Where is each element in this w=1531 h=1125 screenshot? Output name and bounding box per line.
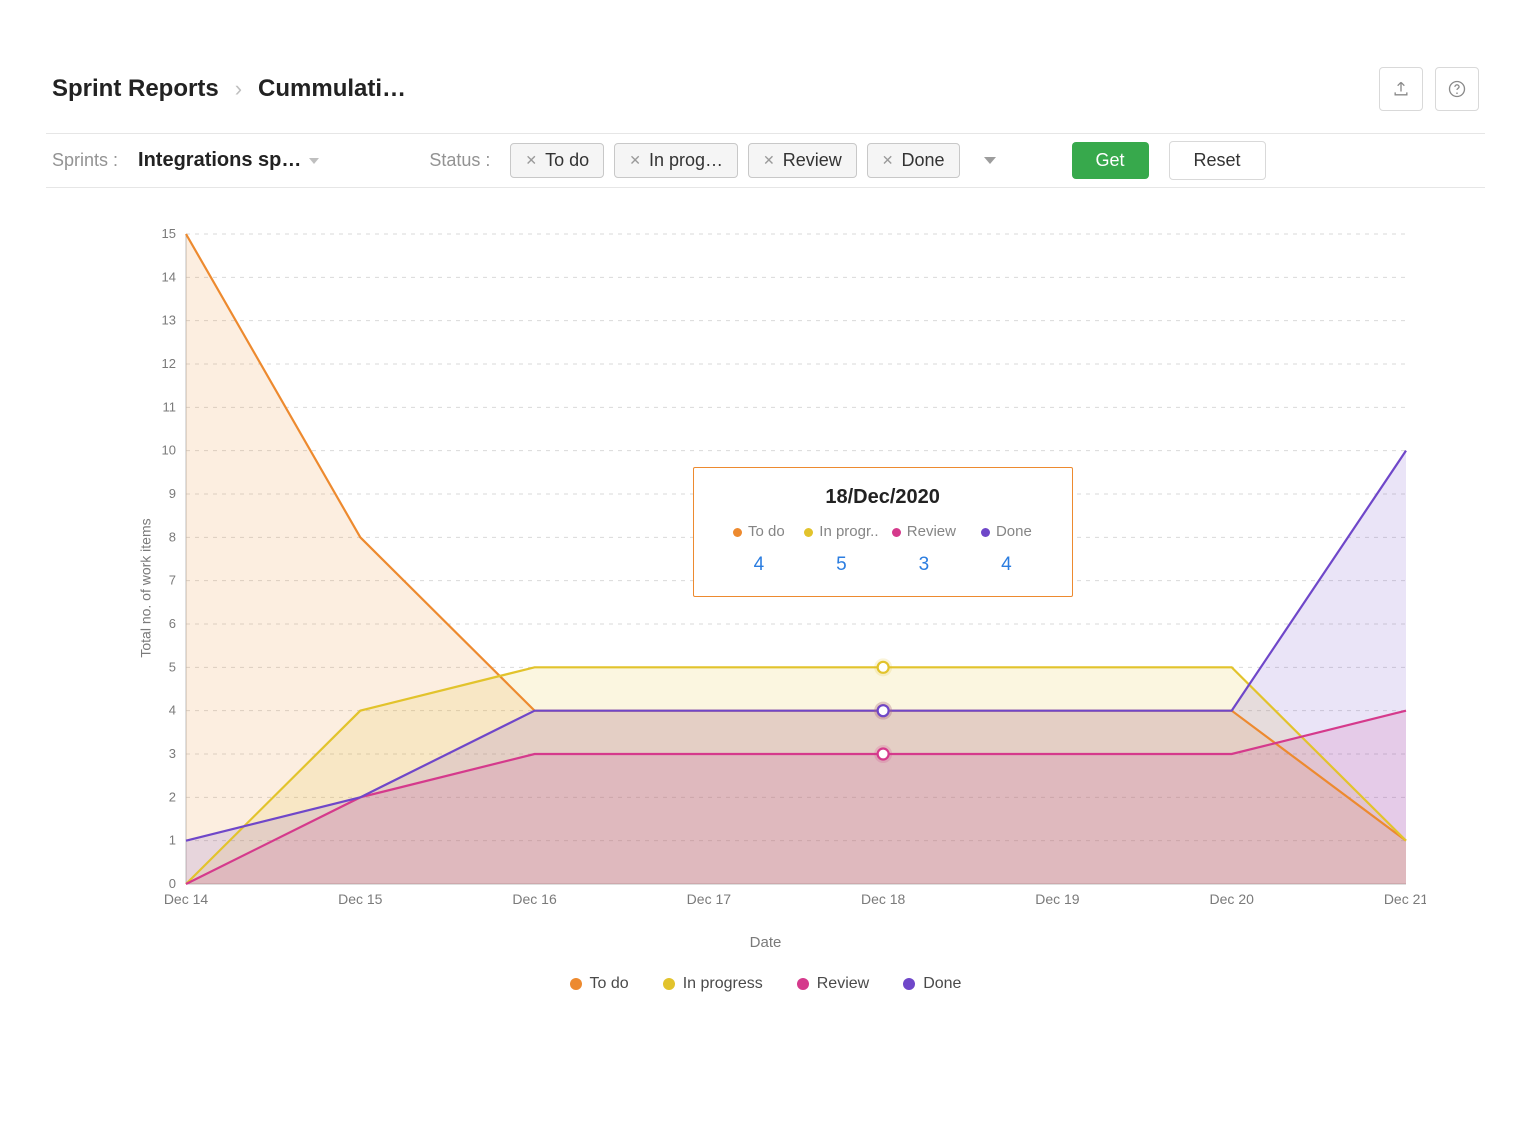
chevron-right-icon: › <box>235 76 242 102</box>
status-chip-list: ✕ To do ✕ In prog… ✕ Review ✕ Done <box>510 143 959 178</box>
close-icon[interactable]: ✕ <box>882 152 894 169</box>
tooltip-series: Done4 <box>965 523 1048 576</box>
legend-item[interactable]: Done <box>903 975 961 993</box>
breadcrumb: Sprint Reports › Cummulati… <box>52 75 406 103</box>
legend-item[interactable]: Review <box>797 975 869 993</box>
help-button[interactable] <box>1435 67 1479 111</box>
close-icon[interactable]: ✕ <box>525 152 537 169</box>
tooltip-title: 18/Dec/2020 <box>718 486 1048 509</box>
close-icon[interactable]: ✕ <box>629 152 641 169</box>
tooltip-series: To do4 <box>718 523 801 576</box>
reset-button[interactable]: Reset <box>1169 141 1266 180</box>
svg-text:15: 15 <box>161 226 175 241</box>
tooltip-series: In progr..5 <box>800 523 883 576</box>
svg-text:Dec 20: Dec 20 <box>1209 891 1254 907</box>
svg-text:12: 12 <box>161 356 175 371</box>
chip-label: To do <box>545 150 589 171</box>
svg-text:7: 7 <box>168 573 175 588</box>
sprint-selected-text: Integrations sp… <box>138 149 301 172</box>
svg-text:Dec 16: Dec 16 <box>512 891 557 907</box>
status-dropdown-caret[interactable] <box>984 157 996 164</box>
status-label: Status : <box>429 150 490 171</box>
close-icon[interactable]: ✕ <box>763 152 775 169</box>
svg-text:Dec 15: Dec 15 <box>338 891 383 907</box>
svg-text:1: 1 <box>168 833 175 848</box>
filter-toolbar: Sprints : Integrations sp… Status : ✕ To … <box>46 134 1485 188</box>
help-icon <box>1447 79 1467 99</box>
chart-legend: To do In progress Review Done <box>46 975 1485 993</box>
upload-icon <box>1391 79 1411 99</box>
svg-text:Dec 21: Dec 21 <box>1383 891 1425 907</box>
svg-text:4: 4 <box>168 703 175 718</box>
svg-text:8: 8 <box>168 529 175 544</box>
status-chip[interactable]: ✕ To do <box>510 143 604 178</box>
svg-text:9: 9 <box>168 486 175 501</box>
svg-text:5: 5 <box>168 659 175 674</box>
caret-down-icon <box>309 158 319 164</box>
chart-stage: Total no. of work items 0123456789101112… <box>46 224 1485 951</box>
status-chip[interactable]: ✕ Review <box>748 143 857 178</box>
chip-label: Review <box>783 150 842 171</box>
svg-text:Dec 19: Dec 19 <box>1035 891 1080 907</box>
x-axis-label: Date <box>46 934 1485 951</box>
chart-tooltip: 18/Dec/2020 To do4In progr..5Review3Done… <box>693 467 1073 597</box>
y-axis-label: Total no. of work items <box>138 518 154 657</box>
sprints-label: Sprints : <box>52 150 118 171</box>
page-header: Sprint Reports › Cummulati… <box>46 44 1485 134</box>
svg-text:6: 6 <box>168 616 175 631</box>
svg-text:13: 13 <box>161 313 175 328</box>
breadcrumb-root[interactable]: Sprint Reports <box>52 75 219 103</box>
svg-text:11: 11 <box>162 399 176 414</box>
get-button[interactable]: Get <box>1072 142 1149 179</box>
legend-item[interactable]: To do <box>570 975 629 993</box>
status-chip[interactable]: ✕ In prog… <box>614 143 738 178</box>
svg-text:Dec 18: Dec 18 <box>860 891 905 907</box>
svg-text:3: 3 <box>168 746 175 761</box>
breadcrumb-current: Cummulati… <box>258 75 406 103</box>
svg-text:0: 0 <box>168 876 175 891</box>
svg-text:2: 2 <box>168 789 175 804</box>
legend-item[interactable]: In progress <box>663 975 763 993</box>
svg-text:Dec 14: Dec 14 <box>163 891 208 907</box>
svg-text:10: 10 <box>161 443 175 458</box>
chip-label: Done <box>901 150 944 171</box>
export-button[interactable] <box>1379 67 1423 111</box>
chip-label: In prog… <box>649 150 723 171</box>
svg-text:Dec 17: Dec 17 <box>686 891 731 907</box>
status-chip[interactable]: ✕ Done <box>867 143 960 178</box>
tooltip-series: Review3 <box>883 523 966 576</box>
svg-text:14: 14 <box>161 269 175 284</box>
sprint-selector[interactable]: Integrations sp… <box>138 149 319 172</box>
